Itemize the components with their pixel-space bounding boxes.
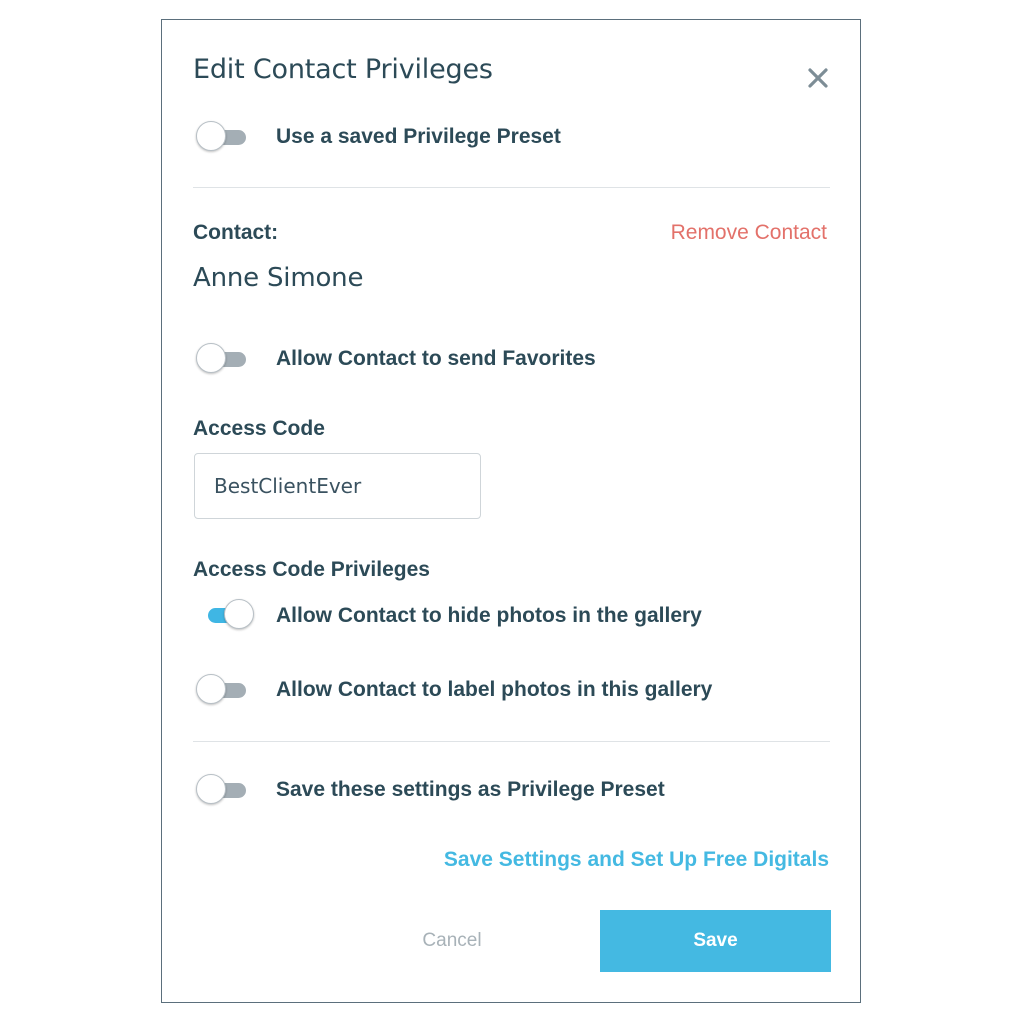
save-preset-label: Save these settings as Privilege Preset xyxy=(276,778,665,801)
access-code-privileges-label: Access Code Privileges xyxy=(193,558,430,581)
label-photos-label: Allow Contact to label photos in this ga… xyxy=(276,678,713,701)
access-code-input[interactable] xyxy=(194,453,481,519)
close-icon[interactable] xyxy=(804,64,832,92)
toggle-knob xyxy=(224,599,254,629)
cancel-button[interactable]: Cancel xyxy=(392,930,512,952)
hide-photos-label: Allow Contact to hide photos in the gall… xyxy=(276,604,702,627)
toggle-knob xyxy=(196,121,226,151)
divider xyxy=(193,741,830,742)
use-preset-label: Use a saved Privilege Preset xyxy=(276,125,561,148)
hide-photos-toggle[interactable] xyxy=(202,599,254,631)
contact-name: Anne Simone xyxy=(193,263,364,293)
save-preset-toggle[interactable] xyxy=(196,774,248,806)
access-code-label: Access Code xyxy=(193,417,325,440)
setup-free-digitals-link[interactable]: Save Settings and Set Up Free Digitals xyxy=(444,848,829,872)
contact-label: Contact: xyxy=(193,221,279,244)
save-button[interactable]: Save xyxy=(600,910,831,972)
favorites-toggle[interactable] xyxy=(196,343,248,375)
dialog-title: Edit Contact Privileges xyxy=(193,54,493,85)
favorites-label: Allow Contact to send Favorites xyxy=(276,347,596,370)
label-photos-toggle[interactable] xyxy=(196,674,248,706)
remove-contact-link[interactable]: Remove Contact xyxy=(671,221,827,245)
toggle-knob xyxy=(196,674,226,704)
use-preset-toggle[interactable] xyxy=(196,121,248,153)
divider xyxy=(193,187,830,188)
toggle-knob xyxy=(196,774,226,804)
edit-contact-privileges-dialog: Edit Contact Privileges Use a saved Priv… xyxy=(161,19,861,1003)
toggle-knob xyxy=(196,343,226,373)
